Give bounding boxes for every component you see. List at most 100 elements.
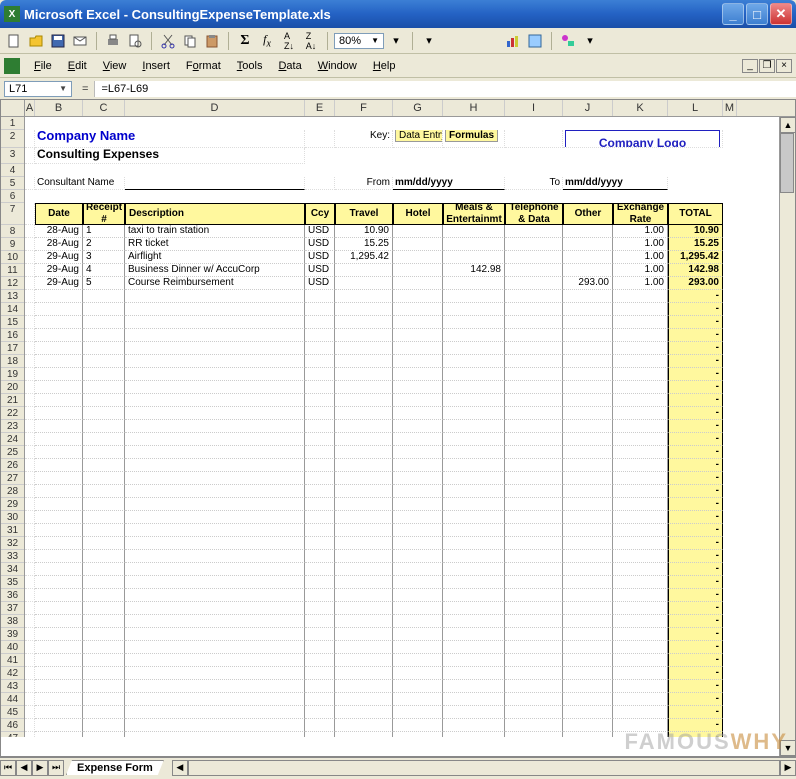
email-icon[interactable] <box>70 31 90 51</box>
doc-close-button[interactable]: × <box>776 59 792 73</box>
menu-window[interactable]: Window <box>310 58 365 74</box>
col-header[interactable]: G <box>393 100 443 116</box>
cell-empty[interactable] <box>83 576 125 589</box>
cell-empty[interactable] <box>505 342 563 355</box>
cell-empty[interactable] <box>35 459 83 472</box>
cell-empty[interactable] <box>505 719 563 732</box>
cell-empty[interactable] <box>125 654 305 667</box>
cell-empty[interactable] <box>83 342 125 355</box>
row-header[interactable]: 26 <box>1 459 24 472</box>
cell-empty[interactable] <box>443 329 505 342</box>
cell-empty[interactable] <box>83 537 125 550</box>
cell-empty[interactable] <box>83 446 125 459</box>
cell-xr[interactable]: 1.00 <box>613 264 668 277</box>
row-header[interactable]: 5 <box>1 177 24 190</box>
cell-empty[interactable] <box>505 303 563 316</box>
cell-empty[interactable] <box>125 732 305 737</box>
row-header[interactable]: 6 <box>1 190 24 203</box>
cell-empty[interactable] <box>305 368 335 381</box>
cell-empty[interactable] <box>125 550 305 563</box>
cell-hotel[interactable] <box>393 238 443 251</box>
cell-empty[interactable] <box>83 355 125 368</box>
cell-empty[interactable] <box>393 446 443 459</box>
cell-empty[interactable] <box>335 381 393 394</box>
cell-empty[interactable] <box>613 667 668 680</box>
row-header[interactable]: 7 <box>1 203 24 225</box>
row-header[interactable]: 33 <box>1 550 24 563</box>
cell-empty[interactable] <box>443 446 505 459</box>
cell-empty[interactable] <box>335 485 393 498</box>
cell-tel[interactable] <box>505 264 563 277</box>
cell-empty[interactable] <box>505 316 563 329</box>
cell-empty[interactable] <box>563 537 613 550</box>
cell-receipt[interactable]: 5 <box>83 277 125 290</box>
row-header[interactable]: 22 <box>1 407 24 420</box>
tab-nav-prev-icon[interactable]: ◀ <box>16 760 32 776</box>
cell-empty[interactable] <box>563 524 613 537</box>
cell-meals[interactable] <box>443 277 505 290</box>
cell-empty[interactable] <box>305 303 335 316</box>
cell-empty[interactable] <box>125 537 305 550</box>
cell-empty[interactable] <box>613 511 668 524</box>
menu-edit[interactable]: Edit <box>60 58 95 74</box>
col-header[interactable]: J <box>563 100 613 116</box>
cell-desc[interactable]: RR ticket <box>125 238 305 251</box>
cell-empty[interactable] <box>505 602 563 615</box>
row-header[interactable]: 30 <box>1 511 24 524</box>
cell-empty[interactable] <box>563 368 613 381</box>
to-field[interactable]: mm/dd/yyyy <box>563 177 668 190</box>
cell-empty[interactable] <box>443 589 505 602</box>
cell-empty[interactable] <box>305 680 335 693</box>
cell-empty[interactable] <box>505 472 563 485</box>
cell-empty[interactable] <box>305 628 335 641</box>
col-header[interactable]: M <box>723 100 737 116</box>
cell-tel[interactable] <box>505 225 563 238</box>
cell-empty[interactable] <box>563 589 613 602</box>
cell-empty[interactable] <box>83 329 125 342</box>
cell-ccy[interactable]: USD <box>305 251 335 264</box>
cell-empty[interactable] <box>305 732 335 737</box>
cell-travel[interactable] <box>335 264 393 277</box>
cell-empty[interactable] <box>335 303 393 316</box>
cell-empty[interactable] <box>393 550 443 563</box>
cell-empty[interactable] <box>125 472 305 485</box>
cell-empty[interactable] <box>125 381 305 394</box>
col-header[interactable]: E <box>305 100 335 116</box>
cell-empty[interactable] <box>443 732 505 737</box>
save-icon[interactable] <box>48 31 68 51</box>
cell-empty[interactable] <box>335 355 393 368</box>
row-header[interactable]: 14 <box>1 303 24 316</box>
scroll-thumb[interactable] <box>780 133 794 193</box>
cell-empty[interactable] <box>125 407 305 420</box>
cell-empty[interactable] <box>443 485 505 498</box>
cell-empty[interactable] <box>505 329 563 342</box>
cell-empty[interactable] <box>563 342 613 355</box>
cell-empty[interactable] <box>335 420 393 433</box>
cell-empty[interactable] <box>35 732 83 737</box>
cell-empty[interactable] <box>125 446 305 459</box>
cell-empty[interactable] <box>563 576 613 589</box>
row-header[interactable]: 17 <box>1 342 24 355</box>
row-header[interactable]: 9 <box>1 238 24 251</box>
cell-empty[interactable] <box>613 654 668 667</box>
cell-empty[interactable] <box>613 368 668 381</box>
cell-empty[interactable] <box>505 394 563 407</box>
cell-date[interactable]: 29-Aug <box>35 251 83 264</box>
row-header[interactable]: 39 <box>1 628 24 641</box>
cell-empty[interactable] <box>393 433 443 446</box>
cell-empty[interactable] <box>393 537 443 550</box>
col-header[interactable]: H <box>443 100 505 116</box>
cell-empty[interactable] <box>335 472 393 485</box>
cell-empty[interactable] <box>35 368 83 381</box>
cell-empty[interactable] <box>125 602 305 615</box>
cell-date[interactable]: 29-Aug <box>35 277 83 290</box>
cell-empty[interactable] <box>125 667 305 680</box>
cell-empty[interactable] <box>613 485 668 498</box>
cell-empty[interactable] <box>563 420 613 433</box>
cell-empty[interactable] <box>305 420 335 433</box>
cell-empty[interactable] <box>125 420 305 433</box>
row-header[interactable]: 43 <box>1 680 24 693</box>
cell-empty[interactable] <box>305 615 335 628</box>
cell-empty[interactable] <box>125 628 305 641</box>
cell-empty[interactable] <box>35 693 83 706</box>
